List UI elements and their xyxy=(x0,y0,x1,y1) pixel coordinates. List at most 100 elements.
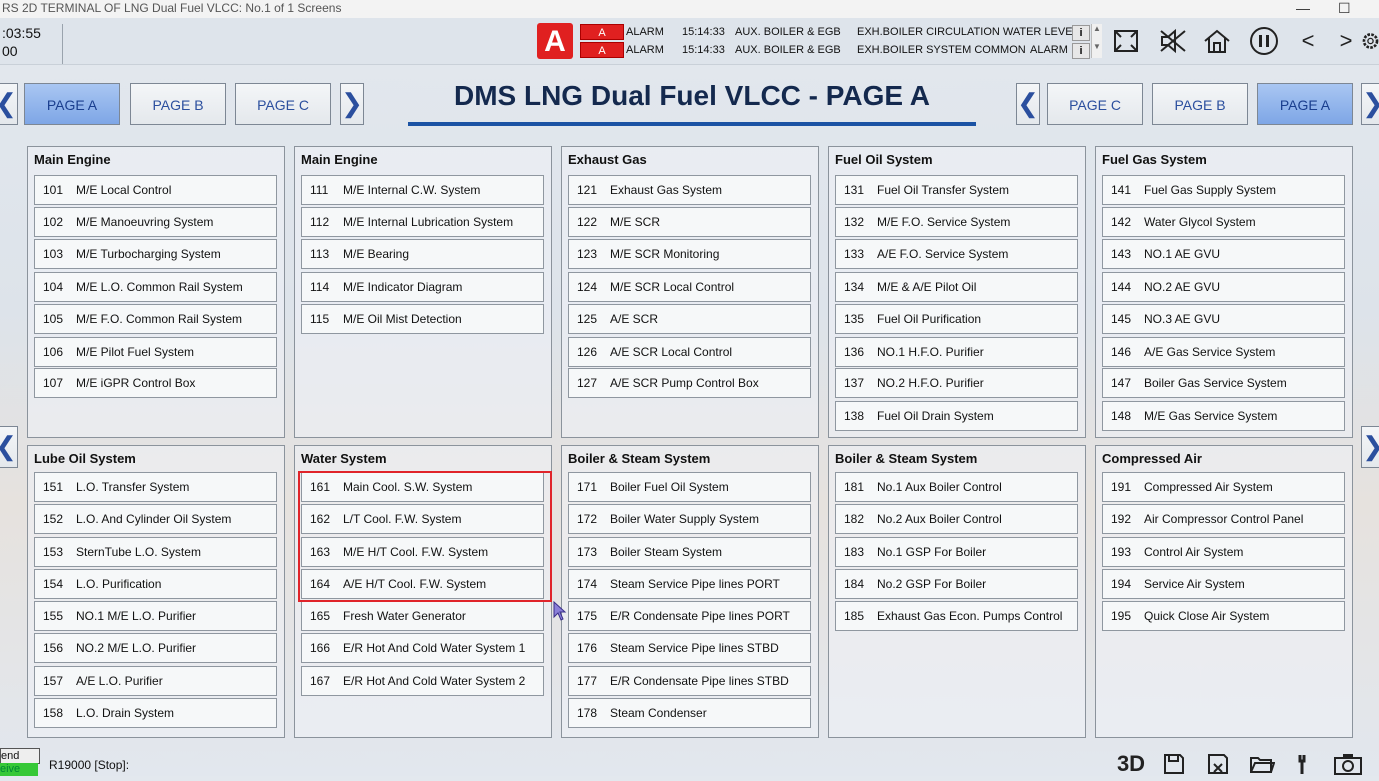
system-button-154[interactable]: 154 L.O. Purification xyxy=(34,569,277,599)
nav-right-tab-page-a[interactable]: PAGE A xyxy=(1257,83,1353,125)
system-button-181[interactable]: 181 No.1 Aux Boiler Control xyxy=(835,472,1078,502)
system-button-137[interactable]: 137 NO.2 H.F.O. Purifier xyxy=(835,368,1078,398)
camera-icon[interactable] xyxy=(1333,752,1362,776)
system-button-138[interactable]: 138 Fuel Oil Drain System xyxy=(835,401,1078,431)
system-button-103[interactable]: 103 M/E Turbocharging System xyxy=(34,239,277,269)
system-button-132[interactable]: 132 M/E F.O. Service System xyxy=(835,207,1078,237)
system-button-157[interactable]: 157 A/E L.O. Purifier xyxy=(34,666,277,696)
save-icon[interactable] xyxy=(1160,752,1188,776)
system-button-185[interactable]: 185 Exhaust Gas Econ. Pumps Control xyxy=(835,601,1078,631)
system-button-152[interactable]: 152 L.O. And Cylinder Oil System xyxy=(34,504,277,534)
system-button-162[interactable]: 162 L/T Cool. F.W. System xyxy=(301,504,544,534)
nav-left-tab-page-b[interactable]: PAGE B xyxy=(130,83,226,125)
system-button-182[interactable]: 182 No.2 Aux Boiler Control xyxy=(835,504,1078,534)
alarm-info-button[interactable]: i xyxy=(1072,25,1090,41)
system-button-136[interactable]: 136 NO.1 H.F.O. Purifier xyxy=(835,337,1078,367)
wrench-icon[interactable] xyxy=(1292,752,1320,776)
system-button-143[interactable]: 143 NO.1 AE GVU xyxy=(1102,239,1345,269)
pause-icon[interactable] xyxy=(1248,26,1280,56)
system-button-112[interactable]: 112 M/E Internal Lubrication System xyxy=(301,207,544,237)
system-button-171[interactable]: 171 Boiler Fuel Oil System xyxy=(568,472,811,502)
system-button-101[interactable]: 101 M/E Local Control xyxy=(34,175,277,205)
system-button-133[interactable]: 133 A/E F.O. Service System xyxy=(835,239,1078,269)
system-button-135[interactable]: 135 Fuel Oil Purification xyxy=(835,304,1078,334)
system-button-178[interactable]: 178 Steam Condenser xyxy=(568,698,811,728)
system-button-146[interactable]: 146 A/E Gas Service System xyxy=(1102,337,1345,367)
home-icon[interactable] xyxy=(1201,26,1233,56)
nav-right-tab-page-b[interactable]: PAGE B xyxy=(1152,83,1248,125)
system-button-151[interactable]: 151 L.O. Transfer System xyxy=(34,472,277,502)
system-button-193[interactable]: 193 Control Air System xyxy=(1102,537,1345,567)
system-button-173[interactable]: 173 Boiler Steam System xyxy=(568,537,811,567)
system-button-167[interactable]: 167 E/R Hot And Cold Water System 2 xyxy=(301,666,544,696)
system-button-177[interactable]: 177 E/R Condensate Pipe lines STBD xyxy=(568,666,811,696)
system-button-114[interactable]: 114 M/E Indicator Diagram xyxy=(301,272,544,302)
system-button-172[interactable]: 172 Boiler Water Supply System xyxy=(568,504,811,534)
side-prev-arrow[interactable]: ❮ xyxy=(0,426,18,468)
nav-right-next-arrow[interactable]: ❯ xyxy=(1361,83,1379,125)
system-button-122[interactable]: 122 M/E SCR xyxy=(568,207,811,237)
system-button-155[interactable]: 155 NO.1 M/E L.O. Purifier xyxy=(34,601,277,631)
minimize-button[interactable]: — xyxy=(1296,0,1310,16)
system-button-105[interactable]: 105 M/E F.O. Common Rail System xyxy=(34,304,277,334)
fullscreen-icon[interactable] xyxy=(1110,26,1142,56)
system-button-156[interactable]: 156 NO.2 M/E L.O. Purifier xyxy=(34,633,277,663)
system-button-148[interactable]: 148 M/E Gas Service System xyxy=(1102,401,1345,431)
system-button-176[interactable]: 176 Steam Service Pipe lines STBD xyxy=(568,633,811,663)
system-button-166[interactable]: 166 E/R Hot And Cold Water System 1 xyxy=(301,633,544,663)
system-button-192[interactable]: 192 Air Compressor Control Panel xyxy=(1102,504,1345,534)
system-button-104[interactable]: 104 M/E L.O. Common Rail System xyxy=(34,272,277,302)
system-button-183[interactable]: 183 No.1 GSP For Boiler xyxy=(835,537,1078,567)
system-button-174[interactable]: 174 Steam Service Pipe lines PORT xyxy=(568,569,811,599)
system-button-161[interactable]: 161 Main Cool. S.W. System xyxy=(301,472,544,502)
alarm-scrollbar[interactable]: ▲ ▼ xyxy=(1091,24,1102,58)
system-button-144[interactable]: 144 NO.2 AE GVU xyxy=(1102,272,1345,302)
alarm-indicator[interactable]: A xyxy=(537,23,573,59)
mute-icon[interactable] xyxy=(1157,26,1189,56)
system-button-158[interactable]: 158 L.O. Drain System xyxy=(34,698,277,728)
system-button-141[interactable]: 141 Fuel Gas Supply System xyxy=(1102,175,1345,205)
system-button-191[interactable]: 191 Compressed Air System xyxy=(1102,472,1345,502)
system-button-125[interactable]: 125 A/E SCR xyxy=(568,304,811,334)
system-button-131[interactable]: 131 Fuel Oil Transfer System xyxy=(835,175,1078,205)
system-button-194[interactable]: 194 Service Air System xyxy=(1102,569,1345,599)
system-button-124[interactable]: 124 M/E SCR Local Control xyxy=(568,272,811,302)
system-button-195[interactable]: 195 Quick Close Air System xyxy=(1102,601,1345,631)
nav-right-tab-page-c[interactable]: PAGE C xyxy=(1047,83,1143,125)
system-button-175[interactable]: 175 E/R Condensate Pipe lines PORT xyxy=(568,601,811,631)
side-next-arrow[interactable]: ❯ xyxy=(1361,426,1379,468)
next-button[interactable]: > xyxy=(1330,26,1362,56)
system-button-145[interactable]: 145 NO.3 AE GVU xyxy=(1102,304,1345,334)
system-button-115[interactable]: 115 M/E Oil Mist Detection xyxy=(301,304,544,334)
system-button-165[interactable]: 165 Fresh Water Generator xyxy=(301,601,544,631)
system-button-107[interactable]: 107 M/E iGPR Control Box xyxy=(34,368,277,398)
nav-left-tab-page-c[interactable]: PAGE C xyxy=(235,83,331,125)
maximize-button[interactable]: ☐ xyxy=(1338,0,1351,16)
system-button-113[interactable]: 113 M/E Bearing xyxy=(301,239,544,269)
system-button-127[interactable]: 127 A/E SCR Pump Control Box xyxy=(568,368,811,398)
system-button-164[interactable]: 164 A/E H/T Cool. F.W. System xyxy=(301,569,544,599)
open-folder-icon[interactable] xyxy=(1248,752,1276,776)
system-button-111[interactable]: 111 M/E Internal C.W. System xyxy=(301,175,544,205)
system-button-123[interactable]: 123 M/E SCR Monitoring xyxy=(568,239,811,269)
view-3d-button[interactable]: 3D xyxy=(1113,752,1149,776)
settings-icon[interactable] xyxy=(1362,26,1379,56)
previous-button[interactable]: < xyxy=(1292,26,1324,56)
system-button-134[interactable]: 134 M/E & A/E Pilot Oil xyxy=(835,272,1078,302)
system-button-102[interactable]: 102 M/E Manoeuvring System xyxy=(34,207,277,237)
save-as-icon[interactable] xyxy=(1204,752,1232,776)
nav-left-next-arrow[interactable]: ❯ xyxy=(340,83,364,125)
system-button-121[interactable]: 121 Exhaust Gas System xyxy=(568,175,811,205)
nav-left-prev-arrow[interactable]: ❮ xyxy=(0,83,18,125)
system-button-147[interactable]: 147 Boiler Gas Service System xyxy=(1102,368,1345,398)
system-button-163[interactable]: 163 M/E H/T Cool. F.W. System xyxy=(301,537,544,567)
alarm-info-button[interactable]: i xyxy=(1072,43,1090,59)
system-button-126[interactable]: 126 A/E SCR Local Control xyxy=(568,337,811,367)
system-label: Boiler Fuel Oil System xyxy=(610,480,729,494)
system-button-106[interactable]: 106 M/E Pilot Fuel System xyxy=(34,337,277,367)
nav-right-prev-arrow[interactable]: ❮ xyxy=(1016,83,1040,125)
system-button-153[interactable]: 153 SternTube L.O. System xyxy=(34,537,277,567)
nav-left-tab-page-a[interactable]: PAGE A xyxy=(24,83,120,125)
system-button-184[interactable]: 184 No.2 GSP For Boiler xyxy=(835,569,1078,599)
system-button-142[interactable]: 142 Water Glycol System xyxy=(1102,207,1345,237)
